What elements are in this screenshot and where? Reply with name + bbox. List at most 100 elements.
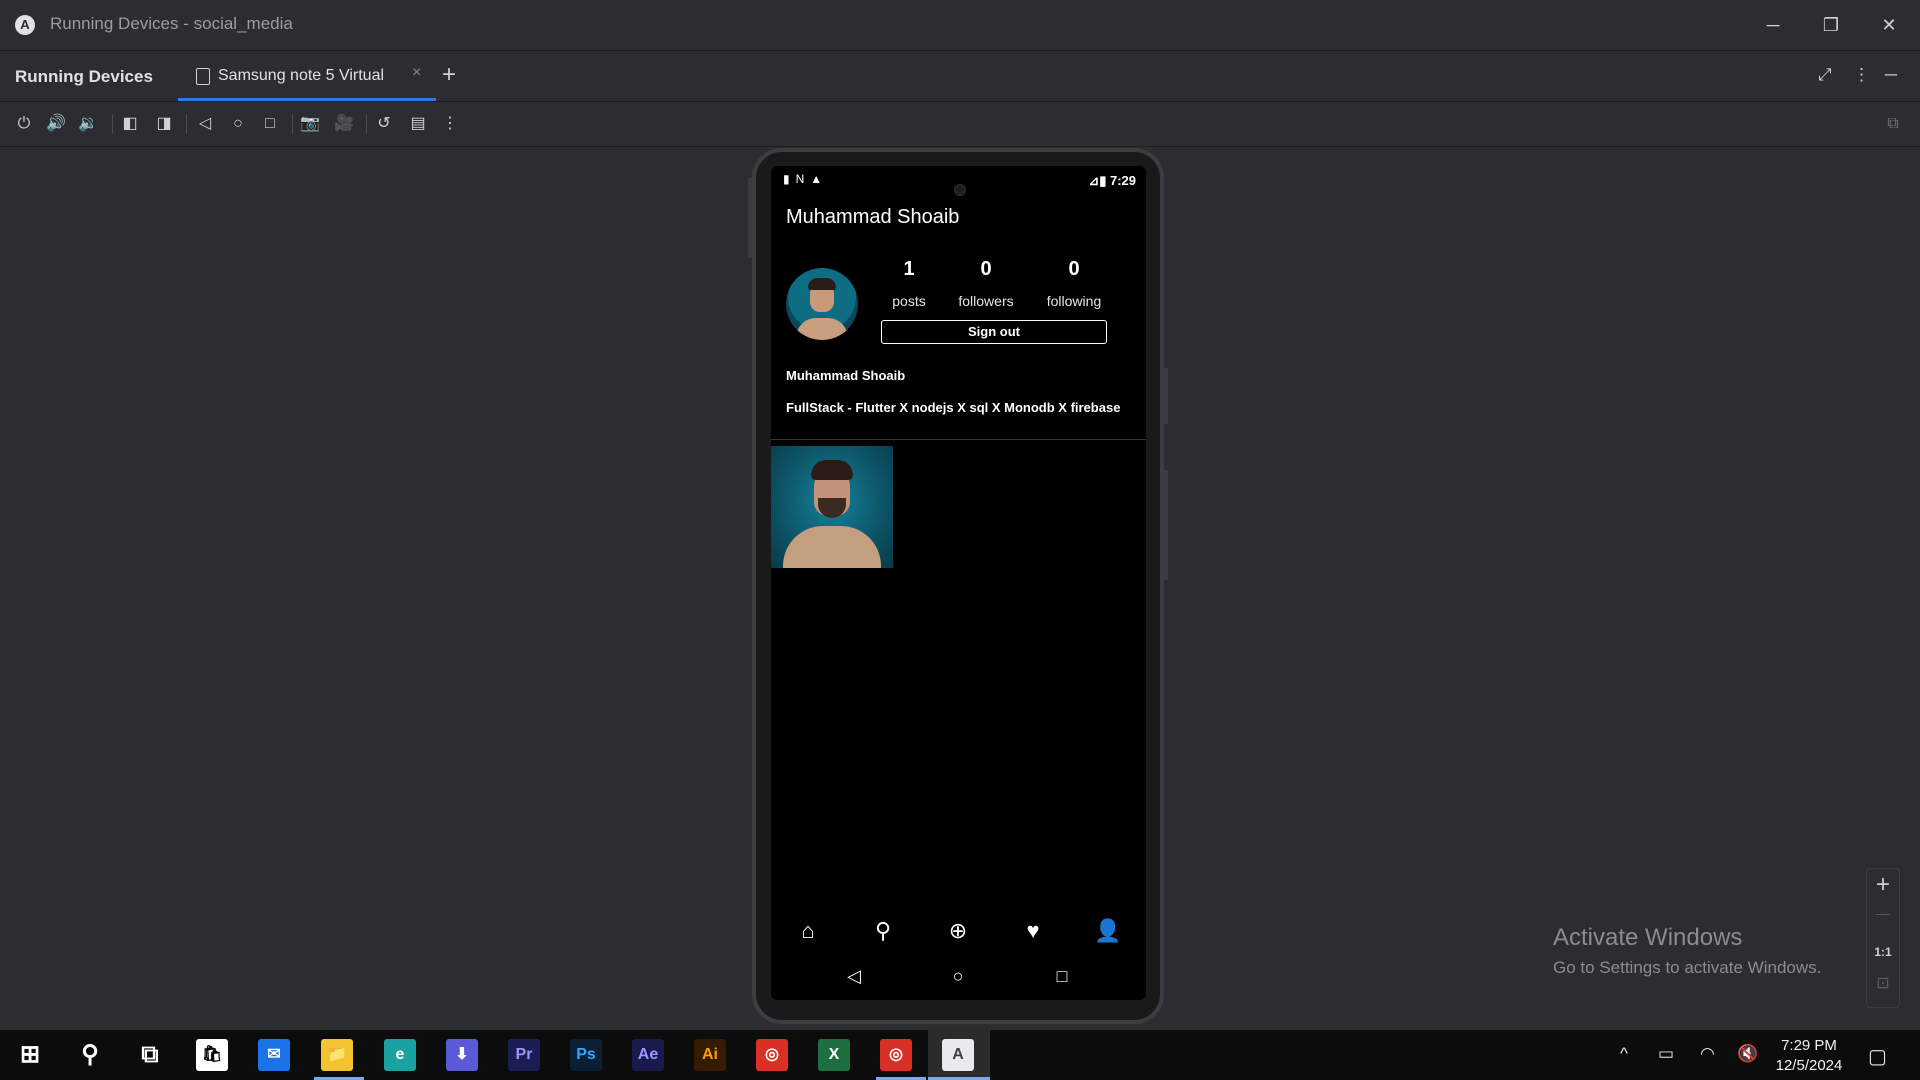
- volume-muted-icon[interactable]: 🔇: [1737, 1044, 1758, 1064]
- restore-button[interactable]: ❐: [1811, 8, 1851, 42]
- fit-screen-button[interactable]: ⊡: [1867, 973, 1899, 993]
- taskbar-clock[interactable]: 7:29 PM 12/5/2024: [1774, 1036, 1844, 1076]
- taskbar-photoshop-icon[interactable]: Ps: [570, 1039, 602, 1071]
- following-count: 0: [1068, 258, 1080, 280]
- battery-icon[interactable]: ▭: [1658, 1044, 1674, 1064]
- close-window-button[interactable]: ✕: [1869, 8, 1909, 42]
- followers-stat[interactable]: 0 followers: [946, 258, 1026, 309]
- toolbar-separator: [292, 114, 293, 134]
- following-label: following: [1046, 293, 1102, 309]
- taskbar-illustrator-icon[interactable]: Ai: [694, 1039, 726, 1071]
- display-mode-icon[interactable]: ▤: [406, 112, 430, 136]
- app-bottom-navigation: ⌂ ⚲ ⊕ ♥ 👤: [771, 906, 1146, 952]
- device-side-button[interactable]: [748, 178, 752, 258]
- android-home-icon[interactable]: ○: [946, 964, 970, 988]
- taskbar-android-studio-icon[interactable]: A: [942, 1039, 974, 1071]
- post-thumbnail[interactable]: [771, 446, 893, 568]
- front-camera: [954, 184, 966, 196]
- active-tab-indicator: [178, 98, 436, 101]
- device-toolbar: ⏻ 🔊 🔉 ◧ ◨ ◁ ○ □ 📷 🎥 ↺ ▤ ⋮ ⧉: [0, 102, 1920, 147]
- window-title: Running Devices - social_media: [50, 14, 293, 33]
- rotate-left-icon[interactable]: ◧: [118, 112, 142, 136]
- profile-icon[interactable]: 👤: [1093, 916, 1123, 946]
- windows-taskbar: ⊞ ⚲ ⧉ 🛍 ✉ 📁 e ⬇ Pr Ps Ae Ai ◎ X ◎ A ^ ▭ ◠ 🔇 7:29 PM 12/…: [0, 1030, 1920, 1080]
- home-icon[interactable]: ⌂: [793, 916, 823, 946]
- search-icon[interactable]: ⚲: [868, 916, 898, 946]
- back-icon[interactable]: ◁: [193, 112, 217, 136]
- actual-size-button[interactable]: 1:1: [1867, 945, 1899, 959]
- zoom-out-button[interactable]: —: [1867, 905, 1899, 921]
- heart-icon[interactable]: ♥: [1018, 916, 1048, 946]
- rotate-right-icon[interactable]: ◨: [152, 112, 176, 136]
- volume-down-icon[interactable]: 🔉: [76, 112, 100, 136]
- taskbar-start-icon[interactable]: ⊞: [14, 1039, 46, 1071]
- taskbar-after-effects-icon[interactable]: Ae: [632, 1039, 664, 1071]
- taskbar-task-view-icon[interactable]: ⧉: [134, 1039, 166, 1071]
- posts-stat[interactable]: 1 posts: [869, 258, 949, 309]
- toolbar-separator: [366, 114, 367, 134]
- tool-window-header: Running Devices Samsung note 5 Virtual ×…: [0, 51, 1920, 102]
- reset-icon[interactable]: ↺: [372, 112, 396, 136]
- posts-label: posts: [892, 293, 926, 309]
- hide-panel-icon[interactable]: ─: [1885, 65, 1897, 85]
- followers-count: 0: [980, 258, 992, 280]
- add-device-button[interactable]: +: [442, 61, 456, 89]
- profile-username: Muhammad Shoaib: [786, 206, 960, 228]
- activate-windows-subtitle: Go to Settings to activate Windows.: [1553, 958, 1822, 977]
- taskbar-mail-icon[interactable]: ✉: [258, 1039, 290, 1071]
- device-screen[interactable]: ▮N▲ ⊿▮ 7:29 Muhammad Shoaib 1 posts 0 fo…: [771, 166, 1146, 1000]
- device-explorer-icon[interactable]: ⧉: [1881, 112, 1905, 136]
- taskbar-store-icon[interactable]: 🛍: [196, 1039, 228, 1071]
- zoom-controls: + — 1:1 ⊡: [1866, 868, 1900, 1008]
- screenshot-icon[interactable]: 📷: [298, 112, 322, 136]
- taskbar-edge-icon[interactable]: e: [384, 1039, 416, 1071]
- network-icon[interactable]: ◠: [1700, 1044, 1715, 1064]
- notification-icons: ▮N▲: [783, 172, 829, 186]
- taskbar-installer-icon[interactable]: ⬇: [446, 1039, 478, 1071]
- device-icon: [196, 68, 210, 85]
- tab-close-icon[interactable]: ×: [412, 64, 421, 82]
- taskbar-file-explorer-icon[interactable]: 📁: [321, 1039, 353, 1071]
- screen-record-icon[interactable]: 🎥: [332, 112, 356, 136]
- sign-out-button[interactable]: Sign out: [881, 320, 1107, 344]
- tool-window-title: Running Devices: [15, 67, 153, 86]
- taskbar-search-icon[interactable]: ⚲: [74, 1039, 106, 1071]
- home-icon[interactable]: ○: [226, 112, 250, 136]
- taskbar-chrome-profile-icon[interactable]: ◎: [880, 1039, 912, 1071]
- overview-icon[interactable]: □: [258, 112, 282, 136]
- profile-display-name: Muhammad Shoaib: [786, 368, 906, 383]
- avatar-hair: [808, 278, 836, 290]
- clock-date: 12/5/2024: [1775, 1057, 1843, 1074]
- following-stat[interactable]: 0 following: [1034, 258, 1114, 309]
- clock-time: 7:29 PM: [1781, 1037, 1837, 1054]
- avatar-body: [796, 318, 848, 340]
- android-back-icon[interactable]: ◁: [842, 964, 866, 988]
- device-side-button[interactable]: [1164, 470, 1168, 580]
- add-post-icon[interactable]: ⊕: [943, 916, 973, 946]
- taskbar-excel-icon[interactable]: X: [818, 1039, 850, 1071]
- profile-divider: [771, 439, 1146, 440]
- toolbar-separator: [112, 114, 113, 134]
- android-studio-logo-icon: A: [15, 15, 35, 35]
- device-side-button[interactable]: [1164, 368, 1168, 424]
- minimize-button[interactable]: ─: [1753, 8, 1793, 42]
- notifications-icon[interactable]: ▢: [1868, 1044, 1887, 1069]
- zoom-in-button[interactable]: +: [1867, 871, 1899, 899]
- expand-icon[interactable]: ⤢: [1818, 65, 1832, 85]
- options-menu-icon[interactable]: ⋮: [1853, 65, 1870, 85]
- toolbar-separator: [186, 114, 187, 134]
- posts-count: 1: [903, 258, 915, 280]
- show-hidden-icons[interactable]: ^: [1620, 1044, 1628, 1064]
- tab-samsung-note-5-virtual[interactable]: Samsung note 5 Virtual ×: [178, 51, 436, 101]
- post-body-shape: [783, 526, 881, 568]
- avatar[interactable]: [786, 268, 858, 340]
- android-recents-icon[interactable]: □: [1050, 964, 1074, 988]
- volume-up-icon[interactable]: 🔊: [44, 112, 68, 136]
- more-icon[interactable]: ⋮: [438, 112, 462, 136]
- power-icon[interactable]: ⏻: [12, 112, 36, 136]
- taskbar-premiere-icon[interactable]: Pr: [508, 1039, 540, 1071]
- activate-windows-title: Activate Windows: [1553, 924, 1743, 951]
- tab-label: Samsung note 5 Virtual: [218, 67, 385, 84]
- taskbar-chrome-icon[interactable]: ◎: [756, 1039, 788, 1071]
- window-title-bar: A Running Devices - social_media ─ ❐ ✕: [0, 0, 1920, 51]
